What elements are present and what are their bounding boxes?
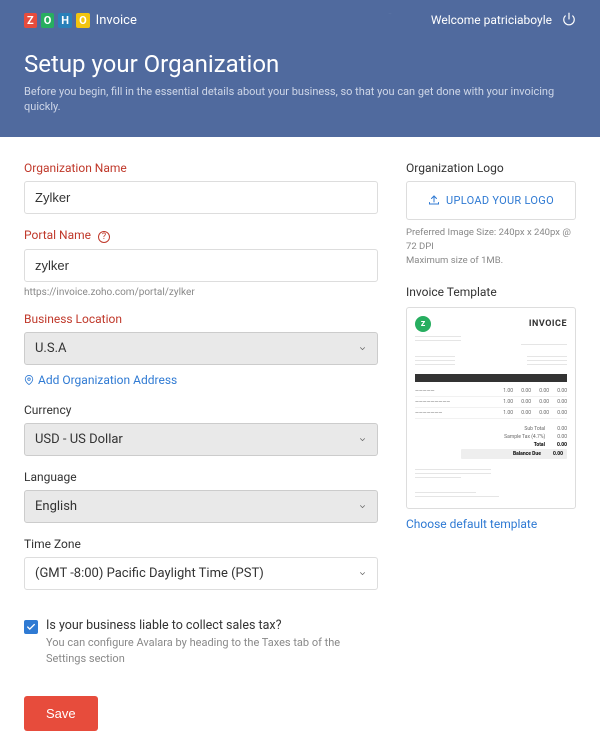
tax-checkbox[interactable] — [24, 620, 38, 634]
tax-subtext: You can configure Avalara by heading to … — [46, 635, 378, 668]
page-title: Setup your Organization — [24, 50, 576, 78]
choose-template-link[interactable]: Choose default template — [406, 517, 576, 531]
chevron-down-icon — [358, 344, 367, 353]
content: Organization Name Portal Name ? https://… — [0, 137, 600, 755]
invoice-template-preview[interactable]: z INVOICE —————1.000.000.000.00 ————————… — [406, 307, 576, 509]
language-label: Language — [24, 470, 378, 484]
brand-logo: ZOHO Invoice — [24, 13, 137, 28]
product-name: Invoice — [96, 13, 137, 28]
location-label: Business Location — [24, 312, 378, 326]
currency-label: Currency — [24, 403, 378, 417]
side-column: Organization Logo UPLOAD YOUR LOGO Prefe… — [406, 161, 576, 731]
language-select[interactable]: English — [24, 490, 378, 523]
chevron-down-icon — [358, 502, 367, 511]
org-name-input[interactable] — [24, 181, 378, 214]
welcome-area: Welcome patriciaboyle — [431, 12, 576, 29]
template-logo-icon: z — [415, 316, 431, 332]
timezone-select[interactable]: (GMT -8:00) Pacific Daylight Time (PST) — [24, 557, 378, 590]
chevron-down-icon — [358, 435, 367, 444]
topbar: ZOHO Invoice Welcome patriciaboyle — [24, 0, 576, 40]
upload-logo-button[interactable]: UPLOAD YOUR LOGO — [406, 181, 576, 220]
logo-size-hint: Preferred Image Size: 240px x 240px @ 72… — [406, 226, 576, 269]
portal-name-input[interactable] — [24, 249, 378, 282]
template-title: INVOICE — [529, 319, 567, 329]
add-address-link[interactable]: Add Organization Address — [24, 373, 177, 387]
portal-url-hint: https://invoice.zoho.com/portal/zylker — [24, 287, 378, 298]
page-subtitle: Before you begin, fill in the essential … — [24, 84, 576, 115]
tax-checkbox-row: Is your business liable to collect sales… — [24, 618, 378, 668]
pin-icon — [24, 375, 34, 385]
page-header: ZOHO Invoice Welcome patriciaboyle Setup… — [0, 0, 600, 137]
logo-section-label: Organization Logo — [406, 161, 576, 175]
currency-select[interactable]: USD - US Dollar — [24, 423, 378, 456]
help-icon[interactable]: ? — [98, 231, 110, 243]
org-name-label: Organization Name — [24, 161, 378, 175]
portal-name-label: Portal Name ? — [24, 228, 378, 243]
location-select[interactable]: U.S.A — [24, 332, 378, 365]
save-button[interactable]: Save — [24, 696, 98, 731]
tax-question: Is your business liable to collect sales… — [46, 618, 378, 633]
welcome-text: Welcome patriciaboyle — [431, 13, 552, 27]
form-column: Organization Name Portal Name ? https://… — [24, 161, 378, 731]
timezone-label: Time Zone — [24, 537, 378, 551]
template-section-label: Invoice Template — [406, 285, 576, 299]
upload-icon — [428, 194, 440, 206]
power-icon[interactable] — [562, 12, 576, 29]
chevron-down-icon — [358, 569, 367, 578]
